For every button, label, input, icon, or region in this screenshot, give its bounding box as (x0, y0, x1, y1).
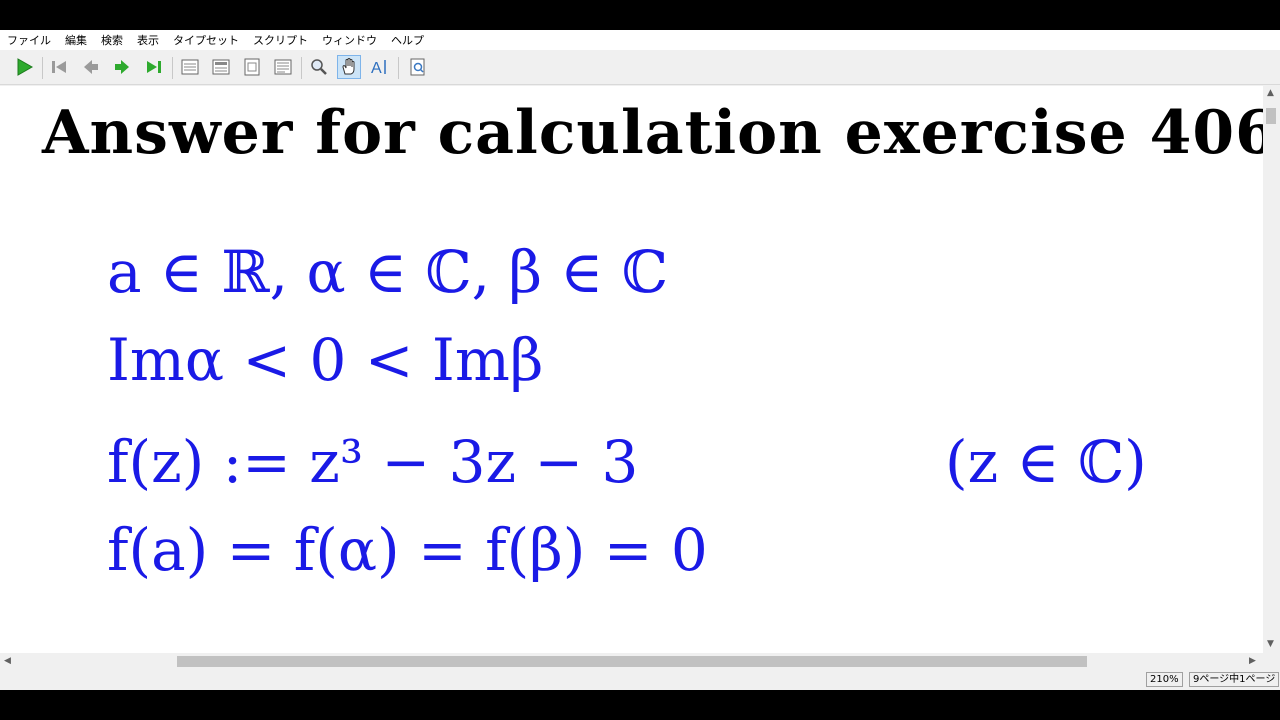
fit-window-icon[interactable] (271, 55, 295, 79)
last-page-icon[interactable] (142, 55, 166, 79)
first-page-icon[interactable] (47, 55, 71, 79)
fit-page-icon[interactable] (178, 55, 202, 79)
toolbar-separator (398, 57, 399, 79)
menu-edit[interactable]: 編集 (58, 32, 94, 48)
next-page-icon[interactable] (110, 55, 134, 79)
hand-tool-icon[interactable] (337, 55, 361, 79)
previous-page-icon[interactable] (79, 55, 103, 79)
svg-text:A: A (371, 60, 382, 77)
menu-script[interactable]: スクリプト (246, 32, 315, 48)
pdf-viewer-window: ファイル 編集 検索 表示 タイプセット スクリプト ウィンドウ ヘルプ A A… (0, 30, 1280, 690)
find-icon[interactable] (406, 55, 430, 79)
typeset-icon[interactable] (12, 55, 36, 79)
menu-typeset[interactable]: タイプセット (166, 32, 246, 48)
toolbar: A (0, 52, 1280, 85)
math-line-membership: a ∈ ℝ, α ∈ ℂ, β ∈ ℂ (107, 238, 668, 306)
magnify-icon[interactable] (307, 55, 331, 79)
menu-window[interactable]: ウィンドウ (315, 32, 384, 48)
scroll-left-icon[interactable]: ◀ (4, 656, 11, 666)
menu-search[interactable]: 検索 (94, 32, 130, 48)
menu-file[interactable]: ファイル (0, 32, 58, 48)
horizontal-scroll-thumb[interactable] (177, 656, 1087, 667)
horizontal-scrollbar[interactable]: ◀ ▶ (0, 653, 1263, 670)
toolbar-separator (42, 57, 43, 79)
page-title: Answer for calculation exercise 406 (42, 98, 1263, 168)
pdf-page: Answer for calculation exercise 406 a ∈ … (0, 86, 1263, 653)
actual-size-icon[interactable] (240, 55, 264, 79)
scroll-down-icon[interactable]: ▼ (1267, 639, 1274, 649)
math-line-domain: (z ∈ ℂ) (945, 428, 1147, 496)
menu-help[interactable]: ヘルプ (384, 32, 431, 48)
vertical-scrollbar[interactable]: ▲ ▼ (1263, 86, 1280, 653)
status-bar: 210% 9ページ中1ページ (0, 670, 1280, 690)
menu-view[interactable]: 表示 (130, 32, 166, 48)
page-indicator: 9ページ中1ページ (1189, 672, 1280, 687)
scroll-up-icon[interactable]: ▲ (1267, 88, 1274, 98)
menu-bar: ファイル 編集 検索 表示 タイプセット スクリプト ウィンドウ ヘルプ (0, 30, 1280, 50)
fit-width-icon[interactable] (209, 55, 233, 79)
math-line-roots: f(a) = f(α) = f(β) = 0 (107, 516, 708, 584)
scroll-right-icon[interactable]: ▶ (1249, 656, 1256, 666)
math-line-imaginary-parts: Imα < 0 < Imβ (107, 326, 544, 394)
vertical-scroll-thumb[interactable] (1266, 108, 1276, 124)
text-select-icon[interactable]: A (368, 55, 392, 79)
toolbar-separator (172, 57, 173, 79)
zoom-level[interactable]: 210% (1146, 672, 1183, 687)
toolbar-separator (301, 57, 302, 79)
math-line-function-definition: f(z) := z³ − 3z − 3 (107, 428, 639, 496)
